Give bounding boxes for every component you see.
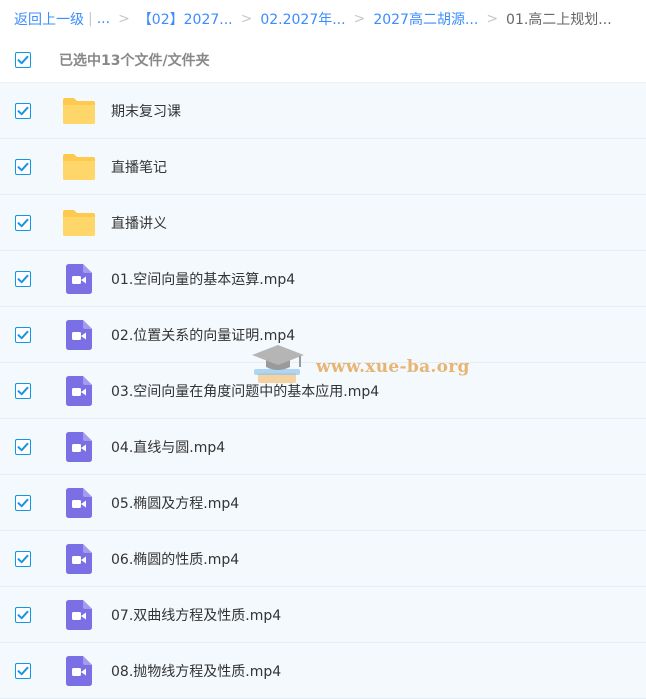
file-name[interactable]: 01.空间向量的基本运算.mp4 bbox=[111, 269, 295, 289]
file-list: 期末复习课直播笔记直播讲义 01.空间向量的基本运算.mp4 02.位置关系的向量证… bbox=[0, 83, 646, 699]
row-checkbox[interactable] bbox=[15, 662, 31, 679]
video-file-icon bbox=[66, 263, 92, 294]
file-row[interactable]: 直播笔记 bbox=[0, 139, 646, 195]
file-name[interactable]: 02.位置关系的向量证明.mp4 bbox=[111, 325, 295, 345]
row-checkbox[interactable] bbox=[15, 326, 31, 343]
file-row[interactable]: 06.椭圆的性质.mp4 bbox=[0, 531, 646, 587]
chevron-right-icon: > bbox=[118, 11, 130, 27]
video-file-icon bbox=[62, 431, 96, 462]
folder-icon bbox=[63, 153, 95, 180]
file-row[interactable]: 期末复习课 bbox=[0, 83, 646, 139]
breadcrumb-ellipsis[interactable]: ... bbox=[97, 11, 110, 27]
file-name[interactable]: 08.抛物线方程及性质.mp4 bbox=[111, 661, 281, 681]
video-file-icon bbox=[66, 431, 92, 462]
video-file-icon bbox=[62, 599, 96, 630]
checkmark-icon bbox=[17, 442, 29, 451]
chevron-right-icon: > bbox=[353, 11, 366, 27]
row-checkbox[interactable] bbox=[15, 158, 31, 175]
checkmark-icon bbox=[17, 274, 29, 283]
checkmark-icon bbox=[17, 666, 29, 675]
row-checkbox[interactable] bbox=[15, 606, 31, 623]
select-all-checkbox[interactable] bbox=[15, 52, 31, 68]
folder-icon bbox=[63, 97, 95, 124]
file-row[interactable]: 04.直线与圆.mp4 bbox=[0, 419, 646, 475]
file-name[interactable]: 期末复习课 bbox=[111, 101, 181, 121]
video-file-icon bbox=[66, 599, 92, 630]
selection-header: 已选中13个文件/文件夹 bbox=[0, 38, 646, 83]
file-name[interactable]: 07.双曲线方程及性质.mp4 bbox=[111, 605, 281, 625]
file-row[interactable]: 05.椭圆及方程.mp4 bbox=[0, 475, 646, 531]
checkmark-icon bbox=[17, 218, 29, 227]
chevron-right-icon: > bbox=[486, 11, 499, 27]
breadcrumb-item[interactable]: 【02】2027... bbox=[138, 9, 233, 29]
video-file-icon bbox=[66, 487, 92, 518]
row-checkbox[interactable] bbox=[15, 270, 31, 287]
file-row[interactable]: 直播讲义 bbox=[0, 195, 646, 251]
selected-count-label: 已选中13个文件/文件夹 bbox=[59, 53, 210, 69]
video-file-icon bbox=[62, 375, 96, 406]
back-link[interactable]: 返回上一级 bbox=[14, 9, 84, 29]
chevron-right-icon: > bbox=[240, 11, 253, 27]
video-file-icon bbox=[62, 263, 96, 294]
file-row[interactable]: 02.位置关系的向量证明.mp4 bbox=[0, 307, 646, 363]
file-row[interactable]: 08.抛物线方程及性质.mp4 bbox=[0, 643, 646, 699]
checkmark-icon bbox=[17, 330, 29, 339]
folder-icon bbox=[62, 208, 96, 238]
file-name[interactable]: 03.空间向量在角度问题中的基本应用.mp4 bbox=[111, 381, 379, 401]
row-checkbox[interactable] bbox=[15, 550, 31, 567]
checkmark-icon bbox=[17, 106, 29, 115]
folder-icon bbox=[63, 209, 95, 236]
row-checkbox[interactable] bbox=[15, 494, 31, 511]
checkmark-icon bbox=[17, 162, 29, 171]
file-name[interactable]: 05.椭圆及方程.mp4 bbox=[111, 493, 239, 513]
checkmark-icon bbox=[17, 55, 29, 65]
row-checkbox[interactable] bbox=[15, 102, 31, 119]
video-file-icon bbox=[62, 655, 96, 686]
file-name[interactable]: 直播讲义 bbox=[111, 213, 167, 233]
checkmark-icon bbox=[17, 610, 29, 619]
breadcrumb-item[interactable]: 02.2027年... bbox=[260, 9, 345, 29]
file-row[interactable]: 03.空间向量在角度问题中的基本应用.mp4 bbox=[0, 363, 646, 419]
breadcrumb-current: 01.高二上规划... bbox=[506, 12, 612, 28]
file-name[interactable]: 04.直线与圆.mp4 bbox=[111, 437, 225, 457]
video-file-icon bbox=[66, 543, 92, 574]
video-file-icon bbox=[66, 375, 92, 406]
file-row[interactable]: 07.双曲线方程及性质.mp4 bbox=[0, 587, 646, 643]
file-name[interactable]: 直播笔记 bbox=[111, 157, 167, 177]
video-file-icon bbox=[66, 319, 92, 350]
video-file-icon bbox=[66, 655, 92, 686]
file-name[interactable]: 06.椭圆的性质.mp4 bbox=[111, 549, 239, 569]
file-row[interactable]: 01.空间向量的基本运算.mp4 bbox=[0, 251, 646, 307]
breadcrumb: 返回上一级 | ... > 【02】2027... > 02.2027年... … bbox=[0, 0, 646, 38]
video-file-icon bbox=[62, 543, 96, 574]
breadcrumb-item[interactable]: 2027高二胡源... bbox=[373, 9, 478, 29]
folder-icon bbox=[62, 152, 96, 182]
checkmark-icon bbox=[17, 386, 29, 395]
video-file-icon bbox=[62, 487, 96, 518]
video-file-icon bbox=[62, 319, 96, 350]
row-checkbox[interactable] bbox=[15, 382, 31, 399]
breadcrumb-divider: | bbox=[88, 11, 93, 27]
checkmark-icon bbox=[17, 554, 29, 563]
row-checkbox[interactable] bbox=[15, 214, 31, 231]
checkmark-icon bbox=[17, 498, 29, 507]
folder-icon bbox=[62, 96, 96, 126]
row-checkbox[interactable] bbox=[15, 438, 31, 455]
